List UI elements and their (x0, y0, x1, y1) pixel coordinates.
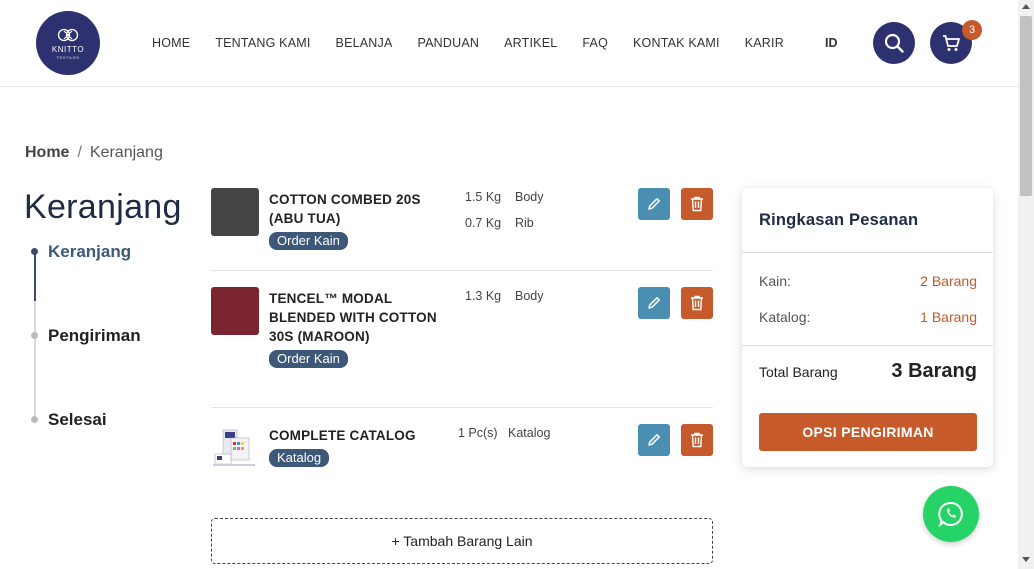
nav-faq[interactable]: FAQ (582, 36, 608, 50)
item-qty-row: 1.5 Kg Body (465, 190, 544, 204)
search-button[interactable] (873, 22, 915, 64)
summary-row: Kain: 2 Barang (759, 273, 977, 289)
item-name: TENCEL™ MODAL BLENDED WITH COTTON 30S (M… (269, 289, 439, 368)
qty-amount: 1.3 Kg (465, 289, 502, 303)
page: KNITTO TEXTILES HOME TENTANG KAMI BELANJ… (0, 0, 1034, 569)
summary-row-label: Kain: (759, 273, 791, 289)
item-divider (211, 270, 713, 271)
summary-row-value: 1 Barang (920, 309, 977, 325)
fabric-swatch (211, 188, 259, 236)
logo-mark-icon (57, 28, 79, 41)
cart-count-badge: 3 (962, 20, 982, 40)
page-title: Keranjang (24, 188, 182, 226)
qty-amount: 0.7 Kg (465, 216, 502, 230)
search-icon (884, 33, 904, 53)
page-scrollbar[interactable] (1018, 0, 1034, 569)
nav-home[interactable]: HOME (152, 36, 190, 50)
step-dot (31, 416, 38, 423)
edit-item-button[interactable] (638, 188, 670, 220)
breadcrumb: Home / Keranjang (25, 144, 163, 162)
summary-divider (742, 252, 993, 253)
item-name-text: COMPLETE CATALOG (269, 428, 416, 443)
pencil-icon (648, 198, 660, 210)
cart-icon (943, 35, 960, 51)
edit-item-button[interactable] (638, 424, 670, 456)
pencil-icon (648, 434, 660, 446)
step-dot (31, 248, 38, 255)
nav-karir[interactable]: KARIR (745, 36, 784, 50)
cart-item: COMPLETE CATALOG Katalog 1 Pc(s) Katalog (211, 424, 713, 484)
step-pengiriman: Pengiriman (31, 326, 141, 346)
step-dot (31, 332, 38, 339)
language-switch[interactable]: ID (825, 36, 838, 50)
qty-part: Rib (515, 216, 534, 230)
breadcrumb-separator: / (77, 144, 82, 161)
edit-item-button[interactable] (638, 287, 670, 319)
total-value: 3 Barang (891, 360, 977, 382)
fabric-swatch (211, 287, 259, 335)
knitto-logo[interactable]: KNITTO TEXTILES (36, 11, 100, 75)
main-nav: HOME TENTANG KAMI BELANJA PANDUAN ARTIKE… (152, 36, 809, 50)
step-selesai: Selesai (31, 410, 107, 430)
cart-item: TENCEL™ MODAL BLENDED WITH COTTON 30S (M… (211, 287, 713, 397)
nav-belanja[interactable]: BELANJA (336, 36, 393, 50)
item-tag: Order Kain (269, 350, 348, 368)
scrollbar-thumb[interactable] (1020, 16, 1032, 196)
delete-item-button[interactable] (681, 188, 713, 220)
item-divider (211, 407, 713, 408)
total-label: Total Barang (759, 364, 838, 380)
step-label: Keranjang (48, 242, 132, 261)
item-name: COTTON COMBED 20S (ABU TUA) Order Kain (269, 190, 439, 250)
nav-kontak-kami[interactable]: KONTAK KAMI (633, 36, 720, 50)
order-summary-card: Ringkasan Pesanan Kain: 2 Barang Katalog… (742, 188, 993, 467)
logo-wordmark: KNITTO (51, 44, 85, 54)
item-qty-row: 0.7 Kg Rib (465, 216, 534, 230)
delete-item-button[interactable] (681, 424, 713, 456)
add-more-items-button[interactable]: + Tambah Barang Lain (211, 518, 713, 564)
pencil-icon (648, 297, 660, 309)
qty-part: Body (515, 289, 544, 303)
logo-subtitle: TEXTILES (56, 54, 80, 60)
trash-icon (691, 196, 703, 212)
step-label: Pengiriman (48, 326, 141, 345)
nav-artikel[interactable]: ARTIKEL (504, 36, 557, 50)
delete-item-button[interactable] (681, 287, 713, 319)
qty-part: Body (515, 190, 544, 204)
breadcrumb-current: Keranjang (89, 144, 163, 161)
trash-icon (691, 432, 703, 448)
summary-title: Ringkasan Pesanan (759, 211, 919, 229)
step-label: Selesai (48, 410, 107, 429)
nav-tentang-kami[interactable]: TENTANG KAMI (215, 36, 310, 50)
item-name-text: TENCEL™ MODAL BLENDED WITH COTTON 30S (M… (269, 291, 437, 344)
breadcrumb-home[interactable]: Home (25, 144, 69, 161)
step-keranjang: Keranjang (31, 242, 131, 262)
item-qty-row: 1.3 Kg Body (465, 289, 544, 303)
summary-divider (742, 345, 993, 346)
site-header: KNITTO TEXTILES HOME TENTANG KAMI BELANJ… (0, 0, 1018, 87)
item-name-text: COTTON COMBED 20S (ABU TUA) (269, 192, 421, 226)
whatsapp-icon (938, 501, 963, 528)
item-tag: Order Kain (269, 232, 348, 250)
summary-row-label: Katalog: (759, 309, 811, 325)
qty-amount: 1 Pc(s) (458, 426, 498, 440)
scroll-up-arrow-icon[interactable] (1022, 4, 1030, 9)
shipping-options-button[interactable]: OPSI PENGIRIMAN (759, 413, 977, 451)
item-qty-row: 1 Pc(s) Katalog (458, 426, 550, 440)
whatsapp-button[interactable] (923, 486, 979, 542)
item-tag: Katalog (269, 449, 330, 467)
scroll-down-arrow-icon[interactable] (1022, 557, 1030, 562)
item-name: COMPLETE CATALOG Katalog (269, 426, 439, 467)
qty-part: Katalog (508, 426, 551, 440)
summary-row-value: 2 Barang (920, 273, 977, 289)
cart-item: COTTON COMBED 20S (ABU TUA) Order Kain 1… (211, 188, 713, 258)
trash-icon (691, 295, 703, 311)
catalog-image (213, 429, 255, 466)
summary-row: Katalog: 1 Barang (759, 309, 977, 325)
nav-panduan[interactable]: PANDUAN (418, 36, 480, 50)
qty-amount: 1.5 Kg (465, 190, 502, 204)
